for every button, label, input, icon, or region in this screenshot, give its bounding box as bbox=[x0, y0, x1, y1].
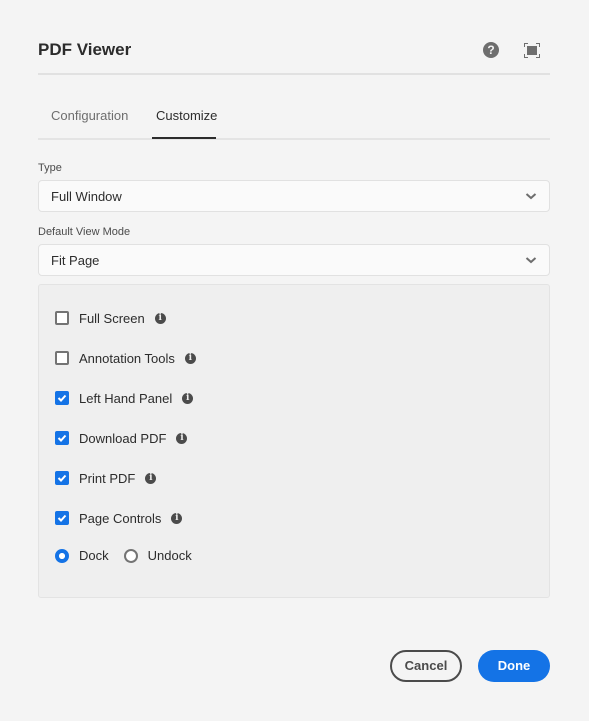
option-left-hand-panel[interactable]: Left Hand Panel i bbox=[55, 388, 194, 408]
view-mode-select[interactable]: Fit Page bbox=[38, 244, 550, 276]
done-button[interactable]: Done bbox=[478, 650, 550, 682]
option-label: Left Hand Panel bbox=[79, 390, 173, 406]
view-mode-label: Default View Mode bbox=[38, 226, 131, 238]
help-icon[interactable]: ? bbox=[483, 42, 499, 58]
info-icon[interactable]: i bbox=[182, 392, 194, 404]
checkbox[interactable] bbox=[55, 431, 69, 445]
checkbox[interactable] bbox=[55, 391, 69, 405]
option-label: Annotation Tools bbox=[79, 350, 175, 366]
fullscreen-icon[interactable] bbox=[524, 43, 540, 58]
tab-bar: Configuration Customize bbox=[38, 100, 550, 140]
radio-undock[interactable]: Undock bbox=[123, 548, 192, 563]
checkbox[interactable] bbox=[55, 471, 69, 485]
checkbox[interactable] bbox=[55, 351, 69, 365]
option-print-pdf[interactable]: Print PDF i bbox=[55, 468, 157, 488]
info-icon[interactable]: i bbox=[145, 472, 157, 484]
checkmark-icon bbox=[57, 474, 67, 482]
option-page-controls[interactable]: Page Controls i bbox=[55, 508, 183, 528]
checkbox[interactable] bbox=[55, 311, 69, 325]
info-icon[interactable]: i bbox=[154, 312, 166, 324]
radio-label: Dock bbox=[79, 548, 109, 563]
type-select[interactable]: Full Window bbox=[38, 180, 550, 212]
option-full-screen[interactable]: Full Screen i bbox=[55, 308, 166, 328]
cancel-button[interactable]: Cancel bbox=[390, 650, 462, 682]
dialog-header: PDF Viewer ? bbox=[38, 38, 550, 75]
tab-configuration[interactable]: Configuration bbox=[51, 108, 128, 123]
option-label: Download PDF bbox=[79, 430, 167, 446]
dock-radio-group: Dock Undock bbox=[55, 548, 207, 563]
radio-button[interactable] bbox=[123, 548, 138, 563]
type-label: Type bbox=[38, 162, 62, 174]
option-label: Full Screen bbox=[79, 310, 145, 326]
type-select-value: Full Window bbox=[51, 189, 122, 204]
chevron-down-icon bbox=[525, 193, 537, 200]
options-panel: Full Screen i Annotation Tools i Left Ha… bbox=[38, 284, 550, 598]
option-download-pdf[interactable]: Download PDF i bbox=[55, 428, 188, 448]
radio-label: Undock bbox=[147, 548, 192, 563]
checkbox[interactable] bbox=[55, 511, 69, 525]
checkmark-icon bbox=[57, 434, 67, 442]
option-label: Page Controls bbox=[79, 510, 162, 526]
info-icon[interactable]: i bbox=[184, 352, 196, 364]
checkmark-icon bbox=[57, 394, 67, 402]
dialog-title: PDF Viewer bbox=[38, 40, 132, 59]
info-icon[interactable]: i bbox=[171, 512, 183, 524]
chevron-down-icon bbox=[525, 257, 537, 264]
radio-button[interactable] bbox=[55, 548, 69, 563]
tab-customize[interactable]: Customize bbox=[156, 108, 217, 123]
option-label: Print PDF bbox=[79, 470, 136, 486]
checkmark-icon bbox=[57, 514, 67, 522]
option-annotation-tools[interactable]: Annotation Tools i bbox=[55, 348, 196, 368]
view-mode-select-value: Fit Page bbox=[51, 253, 100, 268]
active-tab-indicator bbox=[152, 137, 216, 139]
radio-dock[interactable]: Dock bbox=[55, 548, 109, 563]
info-icon[interactable]: i bbox=[176, 432, 188, 444]
